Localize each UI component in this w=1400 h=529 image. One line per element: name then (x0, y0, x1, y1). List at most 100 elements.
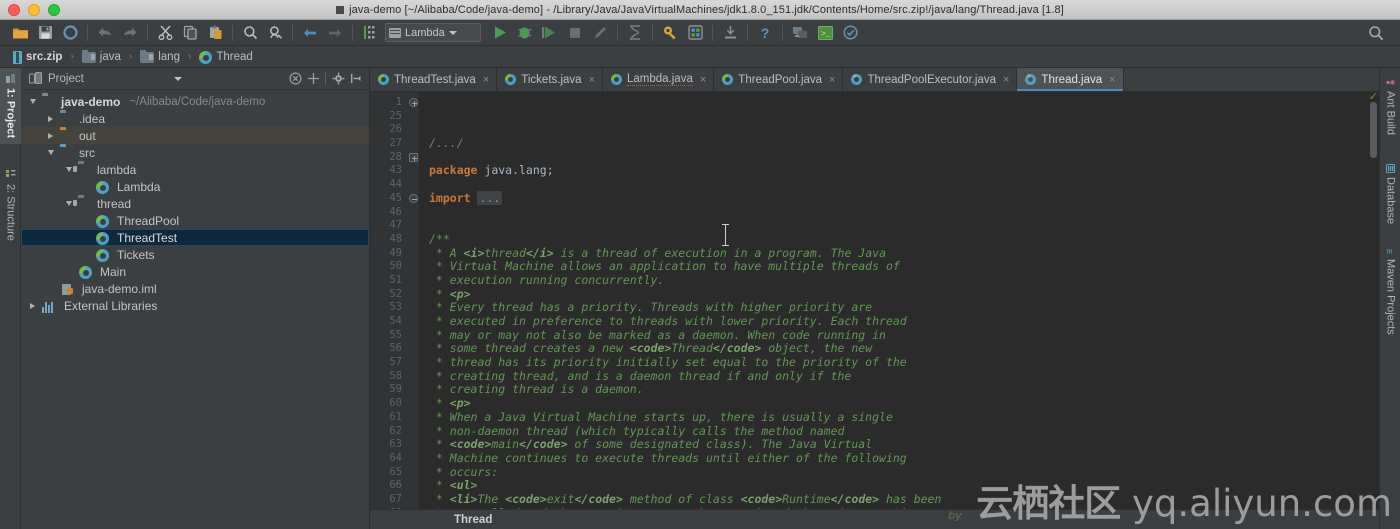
tree-node-main[interactable]: Main (21, 263, 369, 280)
expand-all-icon[interactable] (304, 70, 322, 88)
maximize-window-button[interactable] (48, 4, 60, 16)
close-icon[interactable]: × (1003, 74, 1009, 86)
minimize-window-button[interactable] (28, 4, 40, 16)
tree-node-threadtest[interactable]: ThreadTest (21, 229, 369, 246)
chevron-down-icon[interactable] (45, 150, 56, 155)
chevron-right-icon[interactable] (45, 132, 56, 139)
sidebar-item-structure[interactable]: 2: Structure (0, 164, 21, 247)
tab-threadpool-java[interactable]: ThreadPool.java × (714, 68, 844, 91)
tree-node-idea[interactable]: .idea (21, 110, 369, 127)
breadcrumb-item-thread[interactable]: Thread (194, 49, 257, 64)
sidebar-item-ant-build[interactable]: Ant Build (1380, 72, 1400, 141)
sidebar-item-maven-projects[interactable]: m Maven Projects (1380, 240, 1400, 341)
line-number: 66 (389, 479, 402, 492)
attach-profiler-icon[interactable] (588, 22, 612, 44)
header-separator (325, 72, 326, 85)
fold-toggle-icon[interactable] (408, 151, 419, 165)
code-folding-gutter[interactable] (408, 92, 419, 509)
fold-toggle-icon[interactable] (408, 192, 419, 206)
gear-icon[interactable] (658, 22, 682, 44)
tree-node-src[interactable]: src (21, 144, 369, 161)
help-icon[interactable]: ? (753, 22, 777, 44)
paste-icon[interactable] (203, 22, 227, 44)
fold-gutter-cell (408, 315, 419, 329)
breadcrumb-item-src-zip[interactable]: src.zip (8, 49, 67, 64)
code-line: * some thread creates a new <code>Thread… (429, 341, 873, 356)
hide-panel-icon[interactable] (347, 70, 365, 88)
toolbar-separator (147, 24, 148, 41)
close-window-button[interactable] (8, 4, 20, 16)
find-icon[interactable] (238, 22, 262, 44)
tab-thread-java[interactable]: Thread.java × (1017, 68, 1124, 91)
fold-toggle-icon[interactable] (408, 96, 419, 110)
cut-icon[interactable] (153, 22, 177, 44)
tree-node-thread-pkg[interactable]: thread (21, 195, 369, 212)
sync-icon[interactable] (58, 22, 82, 44)
chevron-down-icon[interactable] (173, 76, 182, 81)
stop-button[interactable] (563, 22, 587, 44)
chevron-right-icon[interactable] (45, 115, 56, 122)
code-line: * A <i>thread</i> is a thread of executi… (429, 245, 886, 260)
tab-threadpoolexecutor-java[interactable]: ThreadPoolExecutor.java × (843, 68, 1018, 91)
line-number: 59 (389, 383, 402, 396)
sidebar-item-database[interactable]: Database (1380, 158, 1400, 230)
close-icon[interactable]: × (483, 74, 489, 86)
close-icon[interactable]: × (589, 74, 595, 86)
close-icon[interactable]: × (1109, 74, 1115, 86)
project-tree[interactable]: java-demo ~/Alibaba/Code/java-demo .idea… (21, 90, 369, 529)
sidebar-item-project[interactable]: 1: Project (0, 68, 21, 145)
toolbar-separator (747, 24, 748, 41)
analyze-stacktrace-icon[interactable] (623, 22, 647, 44)
tree-node-out[interactable]: out (21, 127, 369, 144)
breadcrumb-item-java[interactable]: java (77, 49, 126, 64)
replace-icon[interactable] (263, 22, 287, 44)
compile-icon[interactable] (298, 22, 322, 44)
tree-node-external-libraries[interactable]: External Libraries (21, 297, 369, 314)
tab-threadtest-java[interactable]: ThreadTest.java × (370, 68, 498, 91)
tree-node-java-demo[interactable]: java-demo ~/Alibaba/Code/java-demo (21, 93, 369, 110)
chevron-down-icon[interactable] (448, 30, 457, 35)
editor-scrollbar-thumb[interactable] (1370, 102, 1377, 158)
copy-icon[interactable] (178, 22, 202, 44)
editor-bottom-breadcrumb[interactable]: Thread (370, 509, 1379, 529)
chevron-right-icon[interactable] (27, 302, 38, 309)
search-everywhere-icon[interactable] (1364, 22, 1388, 44)
open-folder-icon[interactable] (8, 22, 32, 44)
run-configuration-selector[interactable]: Lambda (385, 23, 481, 42)
tree-node-label: Main (100, 264, 127, 279)
collapse-all-icon[interactable] (286, 70, 304, 88)
tree-node-threadpool[interactable]: ThreadPool (21, 212, 369, 229)
breadcrumb-label: src.zip (26, 50, 63, 63)
gear-icon[interactable] (329, 70, 347, 88)
code-editor[interactable]: 1 25 26 27 28 43 44 45 46 47 48 49 50 51 52 53 54 55 56 57 5… (370, 92, 1379, 509)
run-with-coverage-button[interactable] (538, 22, 562, 44)
back-arrow-icon[interactable] (93, 22, 117, 44)
editor-marker-gutter[interactable]: ✓ (1367, 92, 1379, 509)
run-inspection-icon[interactable] (838, 22, 862, 44)
tab-tickets-java[interactable]: Tickets.java × (497, 68, 603, 91)
forward-arrow-icon[interactable] (118, 22, 142, 44)
line-number: 28 (389, 150, 402, 163)
class-icon (505, 74, 517, 85)
run-button[interactable] (488, 22, 512, 44)
breadcrumb-item-lang[interactable]: lang (135, 49, 185, 64)
vcs-operations-icon[interactable] (788, 22, 812, 44)
chevron-down-icon[interactable] (27, 99, 38, 104)
make-project-icon[interactable] (323, 22, 347, 44)
line-number: 58 (389, 369, 402, 382)
terminal-icon[interactable]: >_ (813, 22, 837, 44)
tab-lambda-java[interactable]: Lambda.java × (603, 68, 715, 91)
inspection-ok-icon[interactable]: ✓ (1369, 92, 1378, 103)
close-icon[interactable]: × (829, 74, 835, 86)
source-code-text[interactable]: /.../ package java.lang; import ... /** … (419, 92, 1367, 509)
update-project-icon[interactable] (718, 22, 742, 44)
tree-node-lambda-pkg[interactable]: lambda (21, 161, 369, 178)
tree-node-lambda-class[interactable]: Lambda (21, 178, 369, 195)
close-icon[interactable]: × (700, 74, 706, 86)
save-all-icon[interactable] (33, 22, 57, 44)
project-structure-icon[interactable] (683, 22, 707, 44)
tree-node-iml[interactable]: java-demo.iml (21, 280, 369, 297)
build-project-icon[interactable] (358, 22, 382, 44)
debug-button[interactable] (513, 22, 537, 44)
tree-node-tickets[interactable]: Tickets (21, 246, 369, 263)
